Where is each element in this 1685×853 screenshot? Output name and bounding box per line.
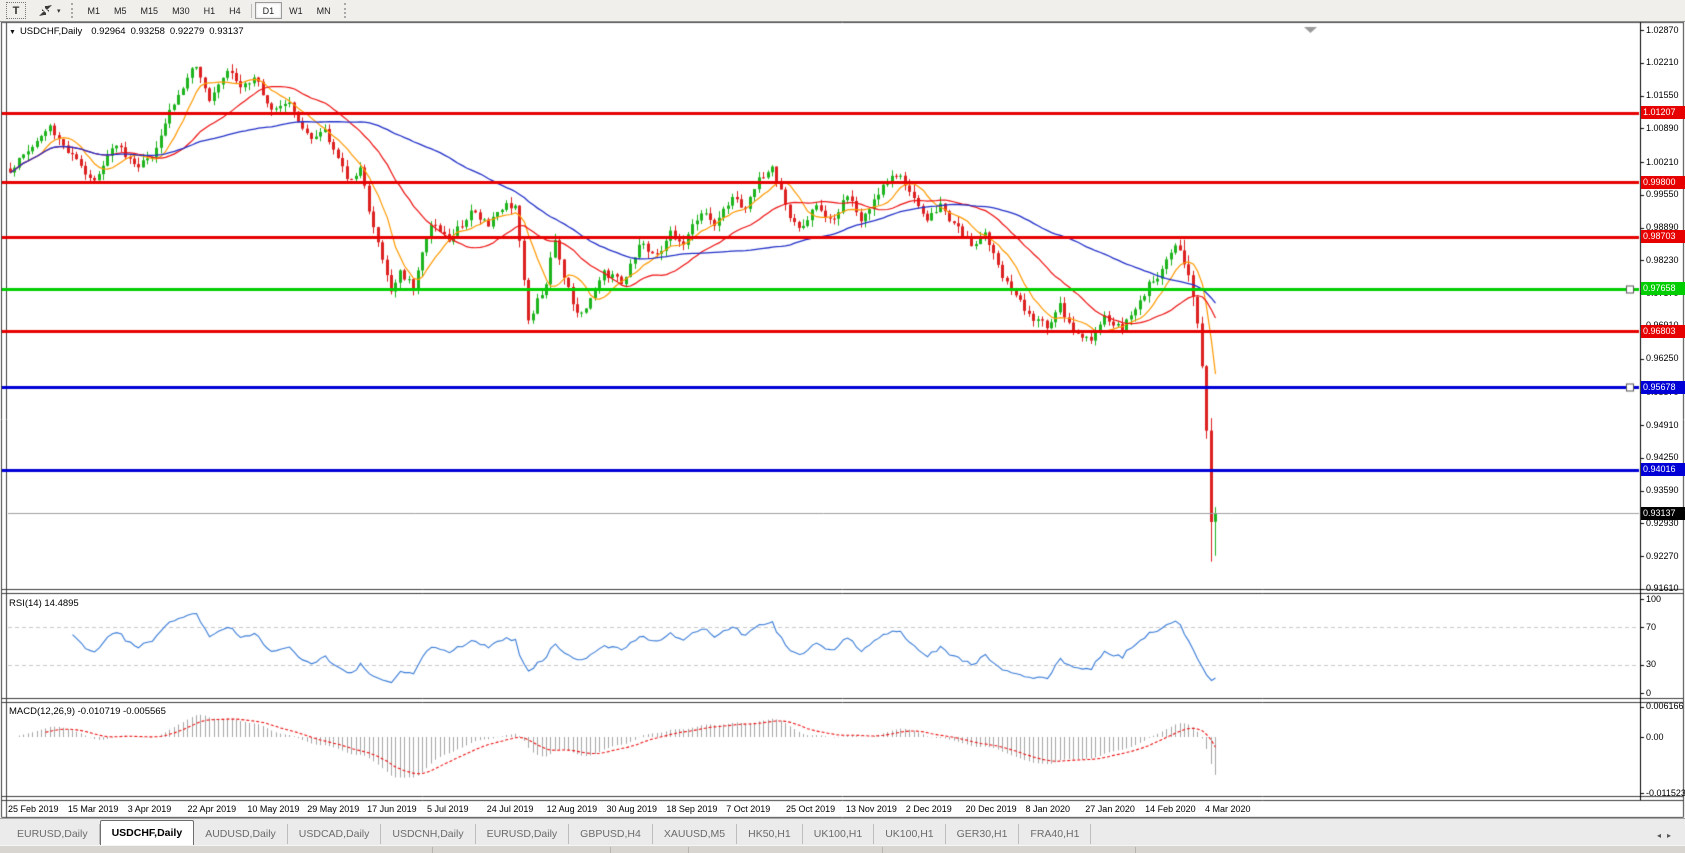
rsi-tick-label: 30 [1646,659,1657,670]
rsi-tick-label: 0 [1646,687,1652,698]
date-label: 13 Nov 2019 [845,804,897,814]
macd-tick-label: 0.00 [1646,731,1664,742]
current-price-label: 0.93137 [1641,506,1685,520]
dropdown-caret-icon: ▾ [57,7,61,15]
price-tick-label: 0.93590 [1646,485,1679,496]
price-line-label: 0.99800 [1641,175,1685,189]
date-label: 22 Apr 2019 [187,804,237,814]
ohlc-open: 0.92964 [91,26,126,37]
price-tick-label: 1.00210 [1646,156,1679,167]
date-label: 25 Feb 2019 [8,804,59,814]
price-line-label: 0.97658 [1641,282,1685,296]
price-line-label: 0.95678 [1641,380,1685,394]
price-tick-label: 0.99550 [1646,189,1679,200]
price-line-label: 0.98703 [1641,230,1685,244]
date-label: 14 Feb 2020 [1145,804,1196,814]
date-label: 5 Jul 2019 [426,804,469,814]
timeframe-button-m30[interactable]: M30 [165,2,197,19]
mt4-app: T ▾ M1 M5 M15 M30 H1 H4 D1 W1 MN ▼ USDCHF,Daily 0.… [0,0,1685,853]
chart-tab-usdcnh-daily[interactable]: USDCNH,Daily [381,824,476,844]
date-label: 24 Jul 2019 [486,804,534,814]
rsi-tick-label: 100 [1646,593,1662,604]
symbol-period: USDCHF,Daily [19,26,83,37]
chart-tab-gbpusd-h4[interactable]: GBPUSD,H4 [569,824,653,844]
timeframe-button-m5[interactable]: M5 [107,2,134,19]
timeframe-button-w1[interactable]: W1 [282,2,310,19]
price-tick-label: 0.91610 [1646,583,1679,594]
collapse-icon[interactable]: ▼ [9,29,16,36]
chart-tab-audusd-daily[interactable]: AUDUSD,Daily [194,824,288,844]
timeframe-button-d1[interactable]: D1 [254,2,283,19]
price-tick-label: 0.94250 [1646,452,1679,463]
timeframe-button-h4[interactable]: H4 [222,2,248,19]
price-line-label: 1.01207 [1641,106,1685,120]
timeframe-button-m15[interactable]: M15 [134,2,166,19]
chart-tab-eurusd-daily[interactable]: EURUSD,Daily [6,824,100,844]
price-tick-label: 1.02210 [1646,57,1679,68]
date-label: 12 Aug 2019 [546,804,598,814]
toolbar-grip [70,3,75,18]
ohlc-close: 0.93137 [209,26,244,37]
price-line-label: 0.94016 [1641,463,1685,476]
chart-tab-uk100-h1[interactable]: UK100,H1 [874,824,946,844]
date-label: 8 Jan 2020 [1025,804,1070,814]
chart-tab-eurusd-daily[interactable]: EURUSD,Daily [476,824,570,844]
timeframe-button-m1[interactable]: M1 [81,2,108,19]
chart-tab-uk100-h1[interactable]: UK100,H1 [803,824,875,844]
timeframe-button-h1[interactable]: H1 [197,2,223,19]
ohlc-low: 0.92279 [169,26,205,37]
date-label: 15 Mar 2019 [67,804,119,814]
date-label: 20 Dec 2019 [965,804,1017,814]
date-label: 25 Oct 2019 [786,804,836,814]
chart-tab-bar: EURUSD,Daily USDCHF,Daily AUDUSD,Daily USDC… [0,818,1685,846]
date-label: 18 Sep 2019 [666,804,718,814]
macd-tick-label: -0.011523 [1646,787,1685,798]
price-tick-label: 1.00890 [1646,122,1679,133]
date-label: 29 May 2019 [307,804,360,814]
price-chart-canvas[interactable] [0,0,1685,853]
macd-tick-label: 0.006166 [1646,701,1684,712]
chart-title[interactable]: ▼ USDCHF,Daily 0.92964 0.93258 0.92279 0.9313… [9,26,249,37]
chart-tab-usdchf-daily[interactable]: USDCHF,Daily [99,820,195,846]
date-label: 27 Jan 2020 [1085,804,1135,814]
timeframe-button-mn[interactable]: MN [310,2,338,19]
tab-scroll-arrows[interactable]: ◂▸ [1657,831,1677,840]
timeframe-group: M1 M5 M15 M30 H1 H4 D1 W1 MN [81,2,338,19]
arrange-tool-button[interactable]: ▾ [34,2,65,19]
chart-tab-hk50-h1[interactable]: HK50,H1 [737,824,803,844]
date-label: 2 Dec 2019 [905,804,952,814]
bottom-status-strip [0,845,1685,853]
price-tick-label: 0.98230 [1646,254,1679,265]
rsi-label: RSI(14) 14.4895 [9,598,79,609]
date-label: 3 Apr 2019 [127,804,172,814]
arrange-icon [39,5,52,16]
date-label: 7 Oct 2019 [726,804,771,814]
chart-tab-usdcad-daily[interactable]: USDCAD,Daily [288,824,382,844]
price-tick-label: 1.02870 [1646,24,1679,35]
price-tick-label: 0.94910 [1646,419,1679,430]
price-tick-label: 0.96250 [1646,353,1679,364]
price-tick-label: 1.01550 [1646,90,1679,101]
toolbar-grip-2 [343,3,348,18]
chart-tab-fra40-h1[interactable]: FRA40,H1 [1019,824,1092,844]
date-label: 10 May 2019 [247,804,300,814]
date-label: 17 Jun 2019 [367,804,417,814]
date-label: 30 Aug 2019 [606,804,658,814]
chart-tab-xauusd-m5[interactable]: XAUUSD,M5 [653,824,738,844]
text-tool-button[interactable]: T [6,2,26,19]
ohlc-high: 0.93258 [130,26,165,37]
chart-tab-ger30-h1[interactable]: GER30,H1 [946,824,1020,844]
top-toolbar: T ▾ M1 M5 M15 M30 H1 H4 D1 W1 MN [0,0,1685,22]
price-line-label: 0.96803 [1641,324,1685,338]
date-label: 4 Mar 2020 [1205,804,1251,814]
toolbar-divider [250,3,252,18]
price-tick-label: 0.92270 [1646,550,1679,561]
macd-label: MACD(12,26,9) -0.010719 -0.005565 [9,706,166,717]
rsi-tick-label: 70 [1646,621,1657,632]
